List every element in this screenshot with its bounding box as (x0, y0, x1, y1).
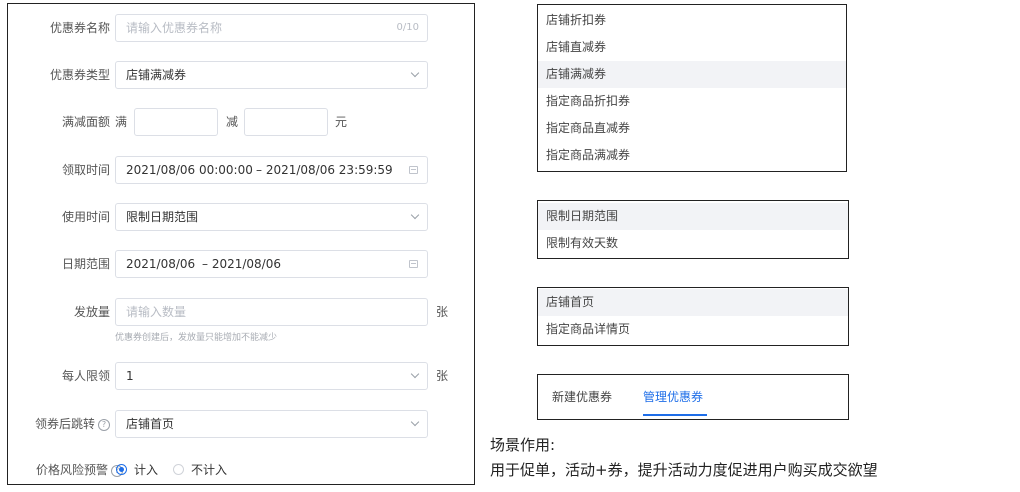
coupon-name-label: 优惠券名称 (49, 21, 110, 35)
threshold-amount-input[interactable] (134, 108, 218, 136)
quantity-placeholder: 请输入数量 (126, 305, 187, 319)
use-time-select[interactable]: 限制日期范围 (115, 203, 428, 231)
calendar-icon (409, 260, 418, 268)
threshold-row: 满减面额 满 减 元 (8, 108, 474, 136)
date-range-end: – 2021/08/06 (202, 257, 281, 271)
char-counter: 0/10 (396, 22, 419, 33)
threshold-label: 满减面额 (61, 115, 110, 129)
scene-description: 用于促单，活动+券，提升活动力度促进用户购买成交欲望 (490, 461, 878, 479)
chevron-down-icon (410, 369, 420, 379)
dropdown-option-selected[interactable]: 店铺满减券 (538, 61, 846, 88)
coupon-type-row: 优惠券类型 店铺满减券 (8, 61, 474, 89)
per-user-limit-select[interactable]: 1 (115, 362, 428, 390)
radio-exclude[interactable] (173, 464, 184, 475)
question-circle-icon[interactable]: ? (98, 418, 110, 431)
date-range-row: 日期范围 2021/08/06 – 2021/08/06 (8, 250, 474, 278)
claim-time-start: 2021/08/06 00:00:00 (126, 163, 253, 177)
radio-include-label[interactable]: 计入 (134, 456, 158, 484)
quantity-hint: 优惠券创建后，发放量只能增加不能减少 (115, 333, 278, 343)
threshold-suffix: 元 (335, 115, 348, 129)
per-user-limit-unit: 张 (436, 369, 449, 383)
tab-new-coupon[interactable]: 新建优惠券 (552, 375, 612, 419)
price-risk-label-text: 价格风险预警 (35, 463, 108, 477)
redirect-select[interactable]: 店铺首页 (115, 410, 428, 438)
quantity-label: 发放量 (73, 305, 110, 319)
date-range-picker[interactable]: 2021/08/06 – 2021/08/06 (115, 250, 428, 278)
active-tab-indicator (643, 414, 707, 416)
dropdown-option[interactable]: 指定商品详情页 (538, 316, 848, 343)
scene-title: 场景作用: (490, 436, 556, 454)
chevron-down-icon (410, 417, 420, 427)
dropdown-option[interactable]: 指定商品折扣券 (538, 88, 846, 115)
redirect-label: 领券后跳转? (35, 410, 110, 438)
dropdown-option[interactable]: 指定商品满减券 (538, 142, 846, 169)
chevron-down-icon (410, 68, 420, 78)
dropdown-option-selected[interactable]: 店铺首页 (538, 289, 848, 316)
use-time-label: 使用时间 (61, 210, 110, 224)
use-time-row: 使用时间 限制日期范围 (8, 203, 474, 231)
coupon-type-dropdown: 店铺折扣券 店铺直减券 店铺满减券 指定商品折扣券 指定商品直减券 指定商品满减… (537, 4, 847, 172)
threshold-prefix: 满 (115, 115, 128, 129)
quantity-unit: 张 (436, 305, 449, 319)
radio-include[interactable] (116, 464, 127, 475)
quantity-input[interactable]: 请输入数量 (115, 298, 428, 326)
per-user-limit-row: 每人限领 1 张 (8, 362, 474, 390)
coupon-type-value: 店铺满减券 (126, 68, 187, 82)
radio-exclude-label[interactable]: 不计入 (191, 456, 227, 484)
coupon-name-placeholder: 请输入优惠券名称 (126, 21, 223, 35)
dropdown-option[interactable]: 指定商品直减券 (538, 115, 846, 142)
calendar-icon (409, 166, 418, 174)
discount-amount-input[interactable] (244, 108, 328, 136)
chevron-down-icon (410, 210, 420, 220)
quantity-row: 发放量 请输入数量 张 优惠券创建后，发放量只能增加不能减少 (8, 298, 474, 343)
dropdown-option-selected[interactable]: 限制日期范围 (538, 203, 848, 230)
coupon-form: 优惠券名称 请输入优惠券名称 0/10 优惠券类型 店铺满减券 满减面额 满 减… (7, 3, 475, 485)
per-user-limit-value: 1 (126, 369, 134, 383)
price-risk-row: 价格风险预警? 计入 不计入 (8, 456, 474, 484)
price-risk-label: 价格风险预警? (36, 456, 123, 484)
tab-manage-coupon[interactable]: 管理优惠券 (643, 375, 703, 419)
coupon-tabs: 新建优惠券 管理优惠券 (537, 374, 849, 420)
dropdown-option[interactable]: 店铺折扣券 (538, 7, 846, 34)
redirect-row: 领券后跳转? 店铺首页 (8, 410, 474, 438)
claim-time-picker[interactable]: 2021/08/06 00:00:00 – 2021/08/06 23:59:5… (115, 156, 428, 184)
claim-time-label: 领取时间 (61, 163, 110, 177)
date-range-start: 2021/08/06 (126, 257, 196, 271)
use-time-dropdown: 限制日期范围 限制有效天数 (537, 200, 849, 259)
claim-time-end: – 2021/08/06 23:59:59 (256, 163, 393, 177)
claim-time-row: 领取时间 2021/08/06 00:00:00 – 2021/08/06 23… (8, 156, 474, 184)
dropdown-option[interactable]: 限制有效天数 (538, 230, 848, 257)
coupon-name-input[interactable]: 请输入优惠券名称 0/10 (115, 14, 428, 42)
coupon-name-row: 优惠券名称 请输入优惠券名称 0/10 (8, 14, 474, 42)
threshold-middle: 减 (226, 115, 239, 129)
coupon-type-select[interactable]: 店铺满减券 (115, 61, 428, 89)
date-range-label: 日期范围 (61, 257, 110, 271)
redirect-label-text: 领券后跳转 (34, 417, 95, 431)
coupon-type-label: 优惠券类型 (49, 68, 110, 82)
redirect-value: 店铺首页 (126, 417, 175, 431)
redirect-dropdown: 店铺首页 指定商品详情页 (537, 287, 849, 346)
per-user-limit-label: 每人限领 (61, 369, 110, 383)
dropdown-option[interactable]: 店铺直减券 (538, 34, 846, 61)
use-time-value: 限制日期范围 (126, 210, 199, 224)
